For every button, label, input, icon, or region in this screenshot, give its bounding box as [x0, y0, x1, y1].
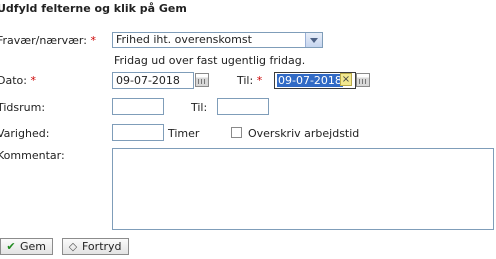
save-button[interactable]: ✔ Gem — [0, 238, 54, 255]
duration-input[interactable] — [112, 124, 164, 141]
absence-select-value: Frihed iht. overenskomst — [116, 33, 252, 46]
cancel-button[interactable]: ◇ Fortryd — [62, 238, 129, 255]
required-mark: * — [90, 34, 96, 47]
date-from-value: 09-07-2018 — [116, 74, 180, 87]
save-button-label: Gem — [20, 240, 47, 253]
comment-textarea[interactable] — [112, 148, 494, 230]
calendar-icon[interactable] — [356, 73, 370, 87]
timespan-to-input[interactable] — [217, 98, 269, 115]
chevron-down-icon[interactable] — [305, 33, 322, 47]
date-label: Dato: — [0, 74, 27, 87]
date-from-input[interactable]: 09-07-2018 — [112, 72, 194, 89]
required-mark: * — [30, 74, 36, 87]
timespan-label: Tidsrum: — [0, 101, 46, 114]
date-label-row: Dato: * — [0, 74, 36, 87]
calendar-icon[interactable] — [195, 73, 209, 87]
duration-unit: Timer — [168, 127, 200, 140]
override-worktime-checkbox[interactable] — [231, 127, 242, 138]
absence-label-row: Fravær/nærvær: * — [0, 34, 96, 47]
form-heading: Udfyld felterne og klik på Gem — [0, 2, 187, 15]
absence-label: Fravær/nærvær: — [0, 34, 87, 47]
timespan-to-label: Til: — [191, 101, 208, 114]
timespan-from-input[interactable] — [112, 98, 164, 115]
cancel-button-label: Fortryd — [82, 240, 122, 253]
clear-icon[interactable]: × — [340, 73, 352, 86]
date-to-value: 09-07-2018 — [277, 74, 343, 87]
comment-label: Kommentar: — [0, 149, 65, 162]
absence-description: Fridag ud over fast ugentlig fridag. — [114, 54, 306, 67]
check-icon: ✔ — [6, 240, 16, 253]
duration-label: Varighed: — [0, 127, 50, 140]
diamond-icon: ◇ — [68, 240, 78, 253]
required-mark: * — [256, 74, 263, 87]
override-worktime-label[interactable]: Overskriv arbejdstid — [248, 127, 359, 140]
date-to-label-row: Til: * — [237, 74, 262, 87]
absence-select[interactable]: Frihed iht. overenskomst — [112, 32, 323, 48]
date-to-label: Til: — [237, 74, 254, 87]
